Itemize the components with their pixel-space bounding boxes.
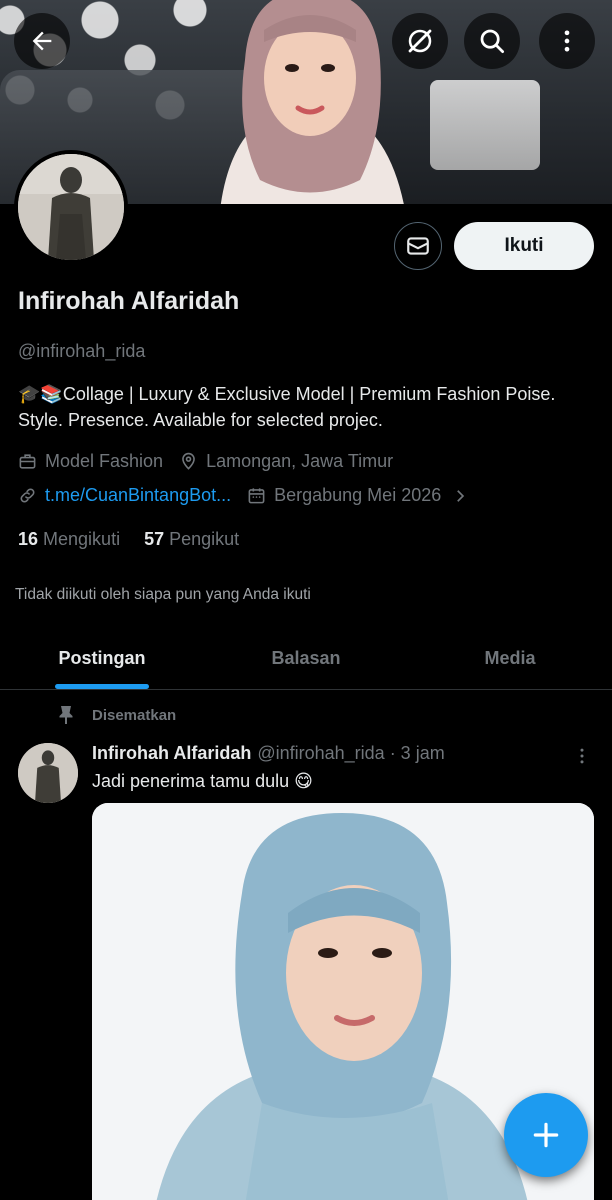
chevron-right-icon — [457, 489, 465, 502]
message-button[interactable] — [394, 222, 442, 270]
banner-bag — [430, 80, 540, 170]
profile-meta-row-1: Model Fashion Lamongan, Jawa Timur — [18, 451, 409, 472]
followers-label: Pengikut — [169, 529, 240, 549]
more-button[interactable] — [539, 13, 595, 69]
followers-stat[interactable]: 57 Pengikut — [144, 529, 239, 550]
not-followed-notice: Tidak diikuti oleh siapa pun yang Anda i… — [15, 586, 311, 603]
post-more-button[interactable] — [570, 744, 594, 768]
search-icon — [480, 29, 504, 53]
briefcase-icon — [19, 454, 36, 469]
profile-tabs: Postingan Balasan Media — [0, 628, 612, 690]
plus-icon — [533, 1122, 559, 1148]
profile-category-label: Model Fashion — [45, 451, 164, 471]
profile-link-text[interactable]: t.me/CuanBintangBot... — [45, 485, 231, 506]
post-header: Infirohah Alfaridah @infirohah_rida · 3 … — [92, 743, 445, 764]
profile-name: Infirohah Alfaridah — [18, 287, 240, 315]
profile-joined-label: Bergabung Mei 2026 — [274, 485, 442, 505]
profile-stats: 16 Mengikuti 57 Pengikut — [18, 529, 263, 550]
profile-meta-row-2: t.me/CuanBintangBot... Bergabung Mei 202… — [18, 485, 485, 506]
profile-avatar[interactable] — [14, 150, 128, 264]
profile-category: Model Fashion — [18, 451, 163, 472]
back-button[interactable] — [14, 13, 70, 69]
more-vertical-icon — [580, 748, 584, 764]
pinned-indicator: Disematkan — [58, 705, 176, 725]
profile-location: Lamongan, Jawa Timur — [179, 451, 393, 472]
following-label: Mengikuti — [43, 529, 121, 549]
location-pin-icon — [182, 452, 195, 470]
compose-button[interactable] — [504, 1093, 588, 1177]
followers-count: 57 — [144, 529, 165, 549]
pinned-label: Disematkan — [92, 706, 177, 724]
profile-joined[interactable]: Bergabung Mei 2026 — [247, 485, 469, 506]
pin-icon — [59, 706, 73, 724]
arrow-left-icon — [32, 31, 52, 51]
tab-postingan[interactable]: Postingan — [0, 628, 204, 689]
post-text: Jadi penerima tamu dulu 😋 — [92, 771, 313, 791]
follow-button[interactable]: Ikuti — [454, 222, 594, 270]
link-icon — [20, 488, 35, 503]
calendar-icon — [248, 488, 265, 504]
tab-balasan[interactable]: Balasan — [204, 628, 408, 689]
avatar-image — [18, 154, 124, 260]
no-entry-icon — [408, 29, 432, 53]
profile-handle: @infirohah_rida — [18, 341, 146, 361]
profile-link[interactable]: t.me/CuanBintangBot... — [18, 485, 231, 506]
following-stat[interactable]: 16 Mengikuti — [18, 529, 120, 550]
post-author-avatar[interactable] — [18, 743, 78, 803]
grok-button[interactable] — [392, 13, 448, 69]
more-vertical-icon — [564, 30, 570, 52]
profile-bio: 🎓📚Collage | Luxury & Exclusive Model | P… — [18, 384, 556, 430]
profile-location-label: Lamongan, Jawa Timur — [206, 451, 394, 471]
post-avatar-image — [18, 743, 78, 803]
tab-media[interactable]: Media — [408, 628, 612, 689]
mail-icon — [407, 237, 429, 255]
post-author-name[interactable]: Infirohah Alfaridah — [92, 743, 251, 764]
following-count: 16 — [18, 529, 39, 549]
search-button[interactable] — [464, 13, 520, 69]
post-author-meta: @infirohah_rida · 3 jam — [257, 743, 445, 763]
